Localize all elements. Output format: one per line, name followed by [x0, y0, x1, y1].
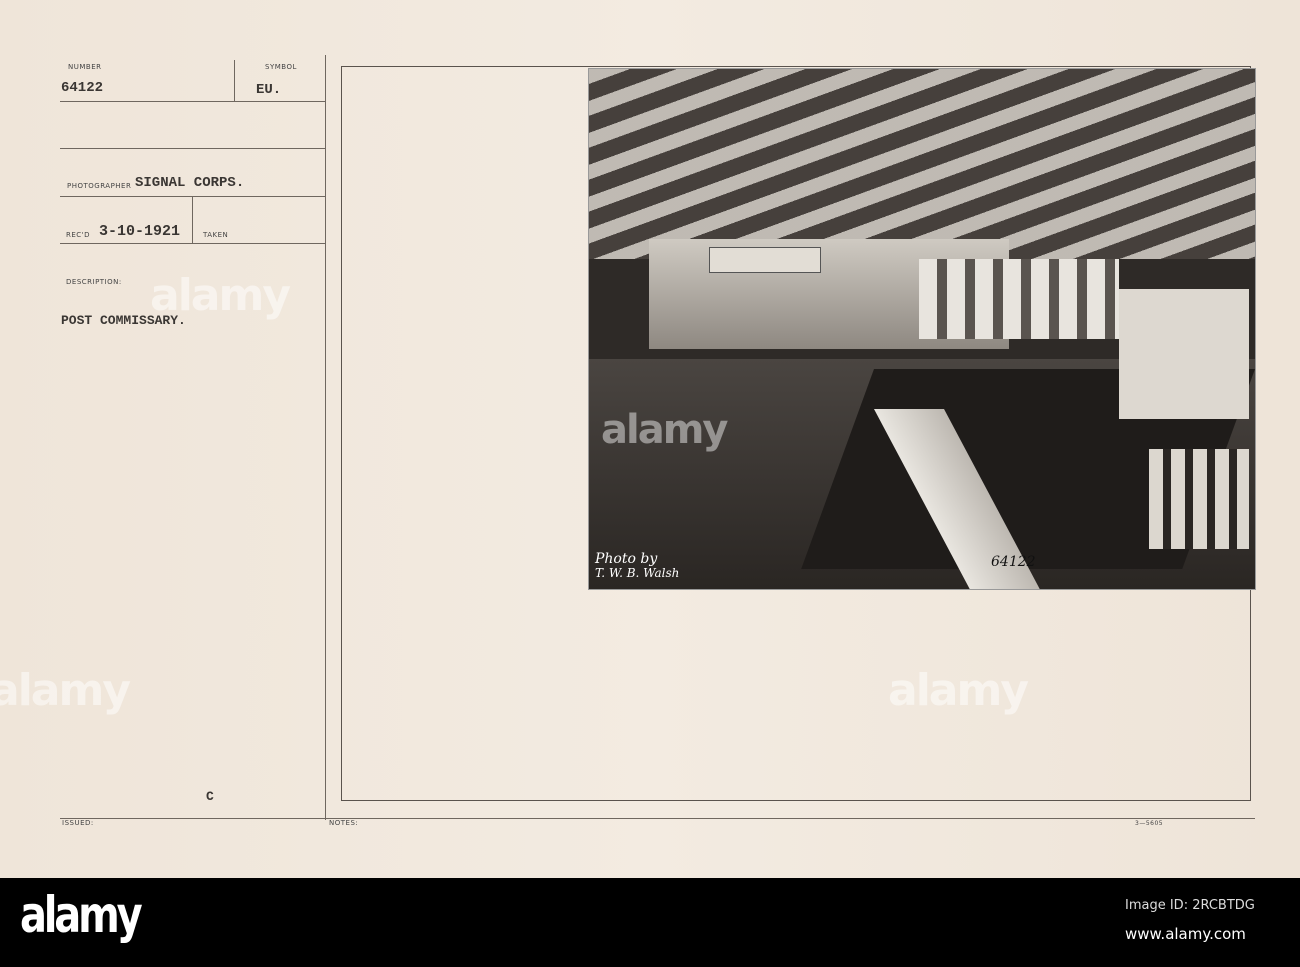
bottles: [1149, 449, 1249, 549]
watermark-alamy: alamy: [888, 665, 1029, 716]
divider: [60, 148, 325, 149]
number-value: 64122: [61, 80, 104, 96]
recd-value: 3-10-1921: [99, 223, 181, 240]
divider: [325, 55, 326, 820]
symbol-value: EU.: [256, 82, 282, 98]
watermark-footer: alamy Image ID: 2RCBTDG www.alamy.com: [0, 878, 1300, 967]
ceiling-drapery: [589, 69, 1255, 259]
issued-label: ISSUED:: [62, 819, 94, 827]
photographer-value: SIGNAL CORPS.: [135, 175, 245, 191]
divider: [60, 101, 325, 102]
archive-photo-card: NUMBER 64122 SYMBOL EU. PHOTOGRAPHER SIG…: [0, 0, 1300, 878]
taken-label: TAKEN: [203, 231, 229, 239]
recd-label: REC'D: [66, 231, 90, 239]
handwritten-number: 64122: [991, 554, 1036, 570]
number-label: NUMBER: [68, 63, 102, 71]
description-label: DESCRIPTION:: [66, 278, 122, 286]
watermark-alamy: alamy: [150, 270, 291, 321]
store-sign: [709, 247, 821, 273]
divider: [192, 197, 193, 243]
alamy-url: www.alamy.com: [1125, 925, 1246, 943]
photo-credit-line1: Photo by: [595, 551, 658, 567]
form-number: 3—5605: [1135, 820, 1164, 827]
photo-credit-line2: T. W. B. Walsh: [595, 566, 680, 580]
divider: [60, 243, 325, 244]
notes-label: NOTES:: [329, 819, 359, 827]
display-case: [1119, 289, 1249, 419]
image-id: Image ID: 2RCBTDG: [1125, 898, 1255, 913]
commissary-photograph: Photo by T. W. B. Walsh 64122 alamy: [588, 68, 1256, 590]
alamy-logo: alamy: [20, 886, 143, 944]
divider: [234, 60, 235, 101]
windows: [919, 259, 1119, 339]
divider: [60, 818, 1255, 819]
watermark-alamy: alamy: [601, 407, 728, 453]
issued-mark: C: [206, 789, 214, 804]
symbol-label: SYMBOL: [265, 63, 297, 71]
watermark-alamy: alamy: [0, 665, 131, 716]
photographer-label: PHOTOGRAPHER: [67, 182, 132, 190]
